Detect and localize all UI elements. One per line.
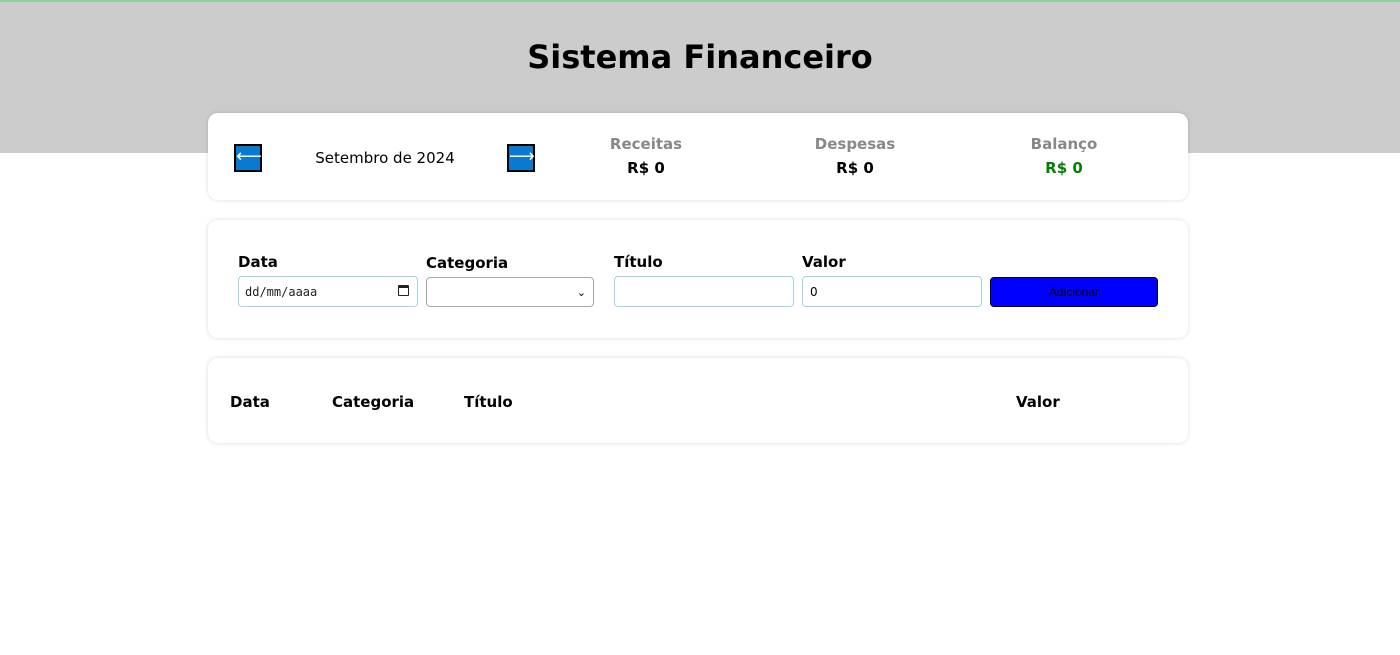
summary-despesas: Despesas R$ 0 — [775, 135, 935, 177]
date-placeholder: dd/mm/aaaa — [245, 285, 318, 299]
summary-receitas: Receitas R$ 0 — [566, 135, 726, 177]
previous-month-button[interactable]: ⟵ — [234, 144, 262, 172]
current-month-label: Setembro de 2024 — [315, 149, 455, 167]
balanco-value: R$ 0 — [1045, 159, 1083, 177]
receitas-value: R$ 0 — [627, 159, 665, 177]
despesas-label: Despesas — [814, 135, 896, 153]
date-field-label: Data — [238, 253, 278, 271]
arrow-right-icon: ⟶ — [509, 146, 535, 167]
value-input[interactable]: 0 — [802, 276, 982, 307]
category-field-label: Categoria — [426, 254, 509, 272]
arrow-left-icon: ⟵ — [236, 146, 262, 167]
receitas-label: Receitas — [609, 135, 683, 153]
value-input-value: 0 — [810, 285, 818, 299]
page-title: Sistema Financeiro — [527, 38, 873, 76]
calendar-icon[interactable] — [398, 285, 409, 296]
next-month-button[interactable]: ⟶ — [507, 144, 535, 172]
table-header-titulo: Título — [464, 393, 513, 411]
add-button[interactable]: Adicionar — [990, 277, 1158, 307]
entries-table: Data Categoria Título Valor — [208, 358, 1188, 443]
balanco-label: Balanço — [1030, 135, 1098, 153]
date-input[interactable]: dd/mm/aaaa — [238, 276, 418, 307]
table-header-data: Data — [230, 393, 270, 411]
title-input[interactable] — [614, 276, 794, 307]
summary-balanco: Balanço R$ 0 — [984, 135, 1144, 177]
period-summary-card: ⟵ Setembro de 2024 ⟶ Receitas R$ 0 Despe… — [208, 113, 1188, 200]
value-field-label: Valor — [802, 253, 846, 271]
table-header-categoria: Categoria — [332, 393, 415, 411]
add-entry-form: Data dd/mm/aaaa Categoria ⌄ Título Valor… — [208, 220, 1188, 338]
chevron-down-icon: ⌄ — [576, 286, 586, 299]
category-select[interactable]: ⌄ — [426, 277, 594, 307]
despesas-value: R$ 0 — [836, 159, 874, 177]
table-header-valor: Valor — [1016, 393, 1060, 411]
title-field-label: Título — [614, 253, 663, 271]
